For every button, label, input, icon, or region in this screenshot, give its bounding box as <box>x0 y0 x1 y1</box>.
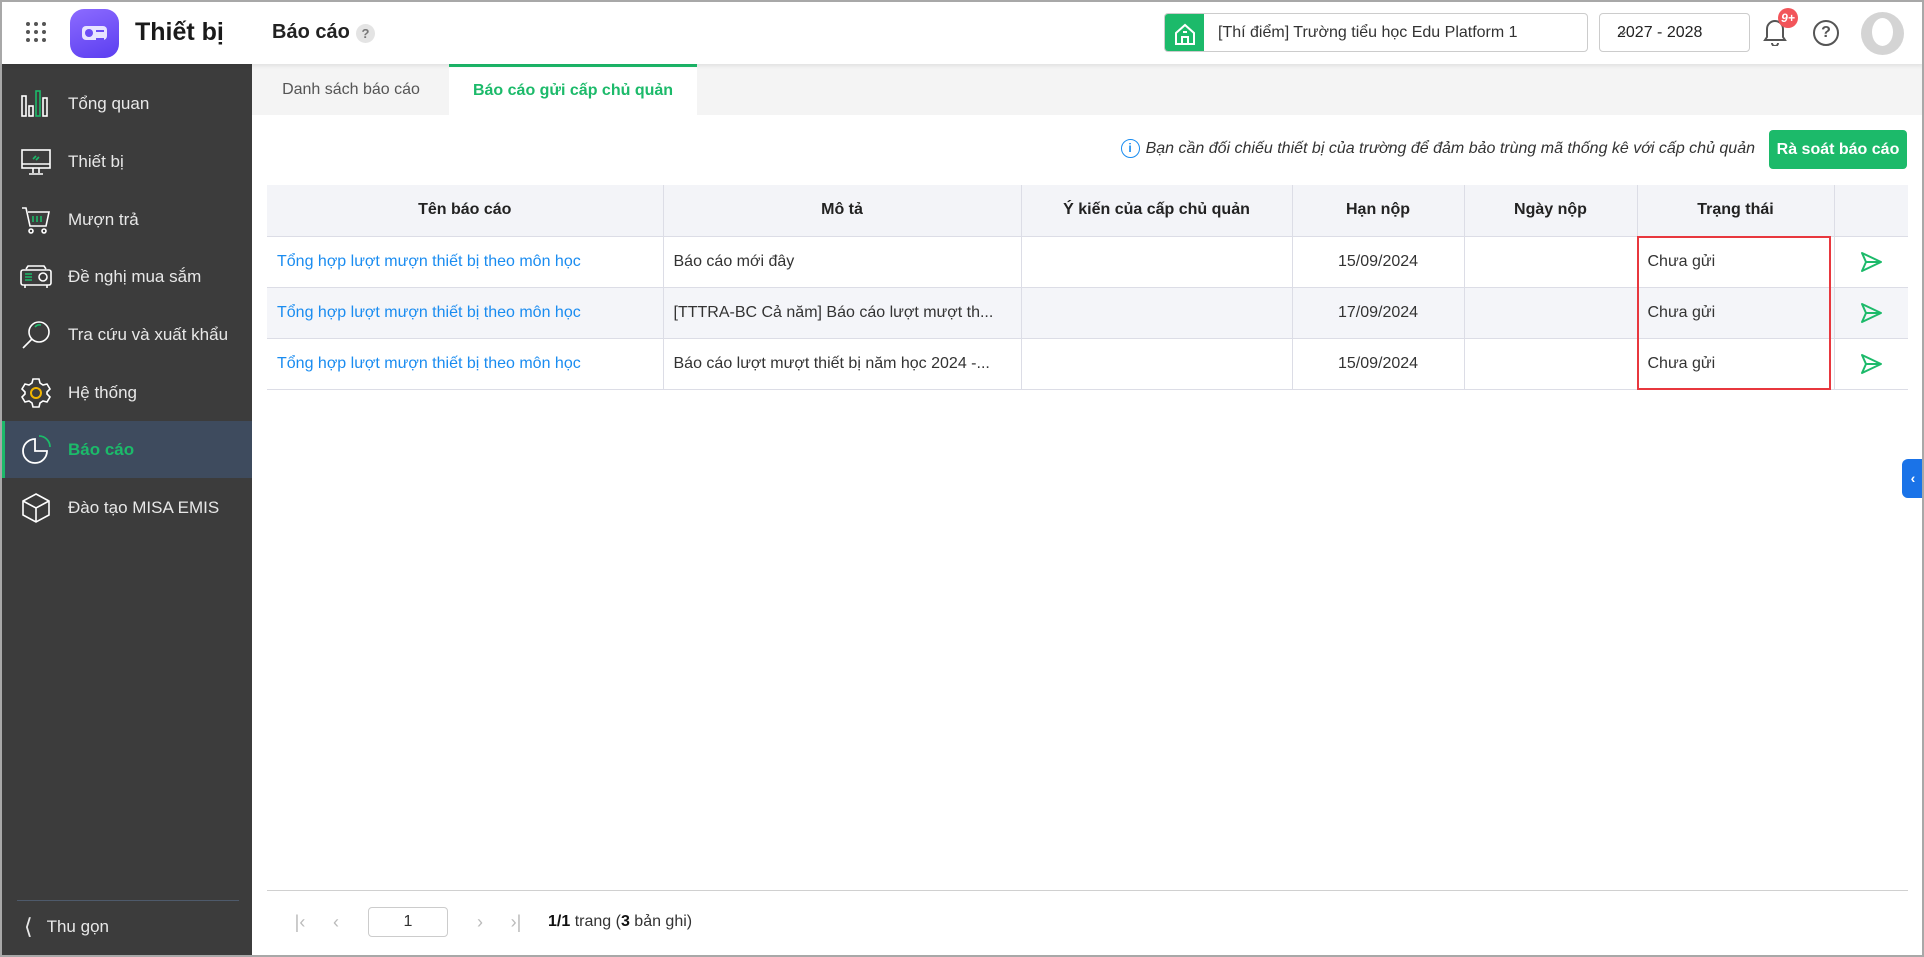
column-header-deadline: Hạn nộp <box>1292 185 1465 237</box>
report-description: [TTTRA-BC Cả năm] Báo cáo lượt mượt th..… <box>663 287 1022 339</box>
sidebar-item-label: Đề nghị mua sắm <box>68 266 202 286</box>
report-description: Báo cáo lượt mượt thiết bị năm học 2024 … <box>663 338 1022 390</box>
sidebar-item-tong-quan[interactable]: Tổng quan <box>0 75 252 132</box>
report-deadline: 15/09/2024 <box>1292 338 1465 390</box>
gear-icon <box>20 377 52 408</box>
search-icon <box>22 320 50 349</box>
report-status: Chưa gửi <box>1637 236 1835 288</box>
pagination-divider <box>267 890 1908 891</box>
notification-badge: 9+ <box>1778 8 1798 28</box>
sidebar-item-label: Hệ thống <box>68 382 137 402</box>
home-icon <box>1165 14 1204 51</box>
report-submitted-date <box>1464 338 1638 390</box>
record-count: 3 <box>620 913 630 930</box>
report-name-link[interactable]: Tổng hợp lượt mượn thiết bị theo môn học <box>267 287 664 339</box>
records-word: bản ghi) <box>629 913 693 930</box>
sidebar-item-dao-tao[interactable]: Đào tạo MISA EMIS <box>0 479 252 536</box>
report-opinion <box>1021 236 1293 288</box>
report-opinion <box>1021 338 1293 390</box>
sidebar-item-de-nghi-mua-sam[interactable]: Đề nghị mua sắm <box>0 248 252 305</box>
report-name-link[interactable]: Tổng hợp lượt mượn thiết bị theo môn học <box>267 236 664 288</box>
sidebar-item-bao-cao[interactable]: Báo cáo <box>0 421 252 478</box>
pagination: |‹ ‹ › ›| 1/1 trang (3 bản ghi) <box>282 907 692 937</box>
report-opinion <box>1021 287 1293 339</box>
top-header: Thiết bị Báo cáo ? [Thí điểm] Trường tiể… <box>0 0 1924 64</box>
sidebar-divider <box>17 900 239 901</box>
report-submitted-date <box>1464 236 1638 288</box>
report-deadline: 15/09/2024 <box>1292 236 1465 288</box>
app-title: Thiết bị <box>135 18 224 46</box>
monitor-icon <box>21 148 51 175</box>
page-help-icon[interactable]: ? <box>356 24 375 43</box>
tab-danh-sach-bao-cao[interactable]: Danh sách báo cáo <box>253 64 449 115</box>
school-year-select[interactable]: 2027 - 2028 ⌄ <box>1599 13 1750 52</box>
column-header-name: Tên báo cáo <box>267 185 664 237</box>
report-table: Tên báo cáo Mô tả Ý kiến của cấp chủ quả… <box>267 185 1908 390</box>
tab-bao-cao-gui-cap-chu-quan[interactable]: Báo cáo gửi cấp chủ quản <box>449 64 697 115</box>
report-status: Chưa gửi <box>1637 338 1835 390</box>
next-page-icon[interactable]: › <box>462 912 498 933</box>
app-grid-icon[interactable] <box>26 22 46 42</box>
chevron-left-icon: ‹ <box>1910 470 1916 486</box>
sidebar-item-label: Tổng quan <box>68 93 150 113</box>
sidebar-item-label: Mượn trả <box>68 209 139 229</box>
sidebar: Tổng quan Thiết bị Mượn trả Đề nghị mua … <box>0 64 252 957</box>
sidebar-item-label: Thiết bị <box>68 151 124 171</box>
sidebar-item-label: Tra cứu và xuất khẩu <box>68 324 229 344</box>
cube-icon <box>22 492 50 523</box>
collapse-label: Thu gọn <box>46 917 109 936</box>
prev-page-icon[interactable]: ‹ <box>318 912 354 933</box>
help-icon[interactable]: ? <box>1813 20 1839 46</box>
send-icon[interactable] <box>1845 301 1899 325</box>
pie-chart-icon <box>22 434 51 464</box>
school-name: [Thí điểm] Trường tiểu học Edu Platform … <box>1218 24 1518 41</box>
pagination-info: 1/1 trang (3 bản ghi) <box>548 913 692 931</box>
info-icon: i <box>1120 139 1140 158</box>
sidebar-item-label: Báo cáo <box>68 439 135 459</box>
report-deadline: 17/09/2024 <box>1292 287 1465 339</box>
cart-icon <box>22 206 50 234</box>
table-row[interactable]: Tổng hợp lượt mượn thiết bị theo môn học… <box>267 236 1908 288</box>
review-report-button[interactable]: Rà soát báo cáo <box>1769 130 1907 169</box>
sidebar-item-label: Đào tạo MISA EMIS <box>68 497 220 517</box>
school-selector[interactable]: [Thí điểm] Trường tiểu học Edu Platform … <box>1164 13 1588 52</box>
page-word: trang ( <box>570 913 621 930</box>
column-header-submitted-date: Ngày nộp <box>1464 185 1638 237</box>
first-page-icon[interactable]: |‹ <box>282 912 318 933</box>
sidebar-item-tra-cuu[interactable]: Tra cứu và xuất khẩu <box>0 306 252 363</box>
report-status: Chưa gửi <box>1637 287 1835 339</box>
column-header-opinion: Ý kiến của cấp chủ quản <box>1021 185 1293 237</box>
report-submitted-date <box>1464 287 1638 339</box>
table-row[interactable]: Tổng hợp lượt mượn thiết bị theo môn học… <box>267 338 1908 390</box>
sidebar-item-thiet-bi[interactable]: Thiết bị <box>0 133 252 190</box>
bar-chart-icon <box>21 89 48 117</box>
projector-icon <box>20 264 52 288</box>
last-page-icon[interactable]: ›| <box>498 912 534 933</box>
report-description: Báo cáo mới đây <box>663 236 1022 288</box>
side-panel-toggle[interactable]: ‹ <box>1902 459 1924 498</box>
page-of: 1/1 <box>548 913 571 930</box>
avatar[interactable] <box>1861 12 1904 55</box>
tab-bar: Danh sách báo cáo Báo cáo gửi cấp chủ qu… <box>252 64 1924 115</box>
collapse-sidebar-button[interactable]: ⟨ Thu gọn <box>24 914 109 940</box>
app-logo <box>70 9 119 58</box>
sidebar-item-muon-tra[interactable]: Mượn trả <box>0 191 252 248</box>
info-message: i Bạn cần đối chiếu thiết bị của trường … <box>1070 139 1755 158</box>
send-icon[interactable] <box>1845 250 1899 274</box>
table-row[interactable]: Tổng hợp lượt mượn thiết bị theo môn học… <box>267 287 1908 339</box>
page-title: Báo cáo <box>272 21 350 43</box>
column-header-actions <box>1834 185 1908 237</box>
chevron-down-icon: ⌄ <box>1617 22 1629 38</box>
column-header-description: Mô tả <box>663 185 1022 237</box>
info-text: Bạn cần đối chiếu thiết bị của trường để… <box>1145 139 1755 157</box>
sidebar-item-he-thong[interactable]: Hệ thống <box>0 364 252 421</box>
send-icon[interactable] <box>1845 352 1899 376</box>
page-number-input[interactable] <box>368 907 448 937</box>
report-name-link[interactable]: Tổng hợp lượt mượn thiết bị theo môn học <box>267 338 664 390</box>
chevron-left-icon: ⟨ <box>24 914 33 939</box>
column-header-status: Trạng thái <box>1637 185 1835 237</box>
